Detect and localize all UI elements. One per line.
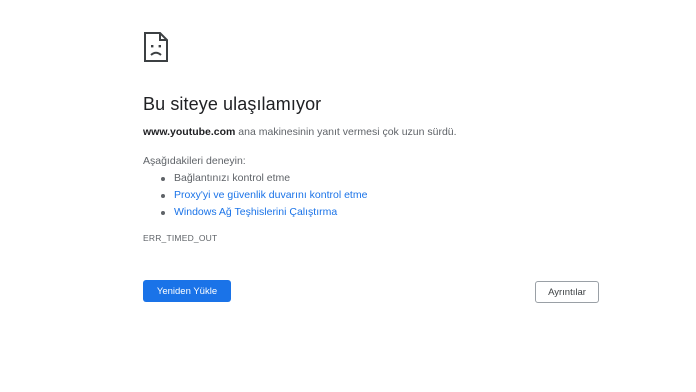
sad-page-icon [144, 32, 168, 62]
details-button[interactable]: Ayrıntılar [535, 281, 599, 303]
suggestions-heading: Aşağıdakileri deneyin: [143, 155, 246, 167]
reload-button[interactable]: Yeniden Yükle [143, 280, 231, 302]
error-code: ERR_TIMED_OUT [143, 233, 218, 243]
page-title: Bu siteye ulaşılamıyor [143, 94, 322, 114]
suggestion-check-proxy-link[interactable]: Proxy'yi ve güvenlik duvarını kontrol et… [160, 187, 367, 204]
host-name: www.youtube.com [143, 126, 236, 138]
error-page: Bu siteye ulaşılamıyor www.youtube.com a… [0, 0, 696, 392]
message-text: ana makinesinin yanıt vermesi çok uzun s… [235, 126, 457, 138]
suggestion-check-connection: Bağlantınızı kontrol etme [160, 170, 367, 187]
suggestion-run-diagnostics-link[interactable]: Windows Ağ Teşhislerini Çalıştırma [160, 204, 367, 221]
error-message: www.youtube.com ana makinesinin yanıt ve… [143, 126, 457, 138]
suggestions-list: Bağlantınızı kontrol etme Proxy'yi ve gü… [160, 170, 367, 221]
